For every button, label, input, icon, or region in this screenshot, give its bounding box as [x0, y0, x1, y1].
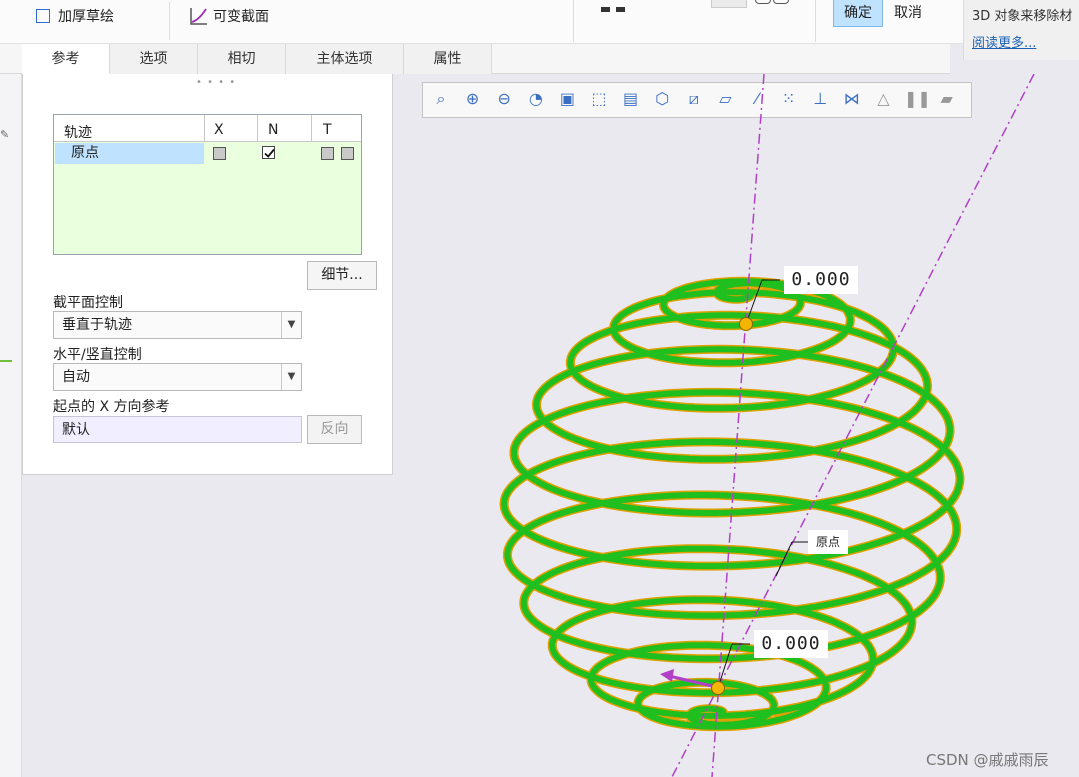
flip-button[interactable]: 反向: [307, 415, 362, 444]
n-checkbox[interactable]: [262, 146, 275, 159]
tab-tangency[interactable]: 相切: [198, 44, 286, 74]
trajectory-table-header: [54, 115, 361, 142]
watermark: CSDN @戚戚雨辰: [926, 751, 1049, 769]
verify-icon[interactable]: [773, 0, 789, 4]
header-trajectory: 轨迹: [64, 125, 92, 141]
trajectory-end-point[interactable]: [711, 681, 725, 695]
tree-marker: [0, 360, 12, 362]
cancel-button[interactable]: 取消: [885, 0, 931, 27]
datum-axis: [711, 74, 765, 777]
preview-field[interactable]: [711, 0, 747, 8]
ribbon-divider: [815, 0, 816, 42]
x-checkbox[interactable]: [213, 147, 226, 160]
section-plane-control-label: 截平面控制: [53, 295, 123, 311]
column-divider: [257, 115, 258, 142]
spiral-sweep-geometry: [499, 276, 965, 732]
model-viewport[interactable]: [394, 74, 1079, 777]
checkmark-icon: [264, 148, 275, 158]
horizontal-vertical-control-label: 水平/竖直控制: [53, 347, 142, 363]
thicken-sketch-label: 加厚草绘: [58, 9, 114, 25]
horizontal-vertical-control-dropdown[interactable]: 自动 ▼: [53, 363, 302, 391]
column-divider: [311, 115, 312, 142]
details-button[interactable]: 细节...: [307, 261, 377, 290]
section-plane-control-value: 垂直于轨迹: [62, 317, 132, 333]
tab-properties[interactable]: 属性: [404, 44, 492, 74]
trajectory-start-point[interactable]: [739, 317, 753, 331]
variable-section-icon: [190, 8, 207, 25]
info-message: 3D 对象来移除材: [972, 9, 1073, 24]
tab-options[interactable]: 选项: [110, 44, 198, 74]
variable-section-label: 可变截面: [213, 9, 269, 25]
horizontal-vertical-control-value: 自动: [62, 369, 90, 385]
verify-icon[interactable]: [755, 0, 771, 4]
tree-edit-icon[interactable]: ✎: [0, 128, 9, 141]
chevron-down-icon: ▼: [281, 364, 301, 390]
tab-body-options[interactable]: 主体选项: [286, 44, 404, 74]
thicken-sketch-button[interactable]: 加厚草绘: [36, 4, 114, 28]
arrowhead-icon: [660, 669, 674, 682]
dimension-label-top[interactable]: 0.000: [784, 266, 858, 294]
ribbon-divider: [169, 2, 170, 40]
model-tree-strip: [0, 74, 22, 777]
t-checkbox[interactable]: [321, 147, 334, 160]
panel-grip[interactable]: • • • •: [196, 78, 236, 88]
header-n: N: [268, 122, 279, 138]
read-more-link[interactable]: 阅读更多...: [972, 32, 1036, 51]
start-x-reference-label: 起点的 X 方向参考: [53, 399, 170, 415]
variable-section-button[interactable]: 可变截面: [189, 4, 269, 28]
origin-label[interactable]: 原点: [808, 530, 848, 554]
header-t: T: [323, 122, 332, 138]
t-checkbox[interactable]: [341, 147, 354, 160]
pause-icon[interactable]: [601, 0, 629, 12]
column-divider: [204, 115, 205, 142]
section-plane-control-dropdown[interactable]: 垂直于轨迹 ▼: [53, 311, 302, 339]
ribbon-divider: [573, 0, 574, 42]
chevron-down-icon: ▼: [281, 312, 301, 338]
tab-references[interactable]: 参考: [22, 44, 110, 74]
thicken-sketch-icon: [36, 9, 50, 23]
ok-button[interactable]: 确定: [833, 0, 883, 27]
start-x-reference-field[interactable]: 默认: [53, 416, 302, 443]
header-x: X: [214, 122, 224, 138]
dimension-label-bottom[interactable]: 0.000: [754, 630, 828, 658]
trajectory-name-cell[interactable]: 原点: [55, 143, 204, 164]
